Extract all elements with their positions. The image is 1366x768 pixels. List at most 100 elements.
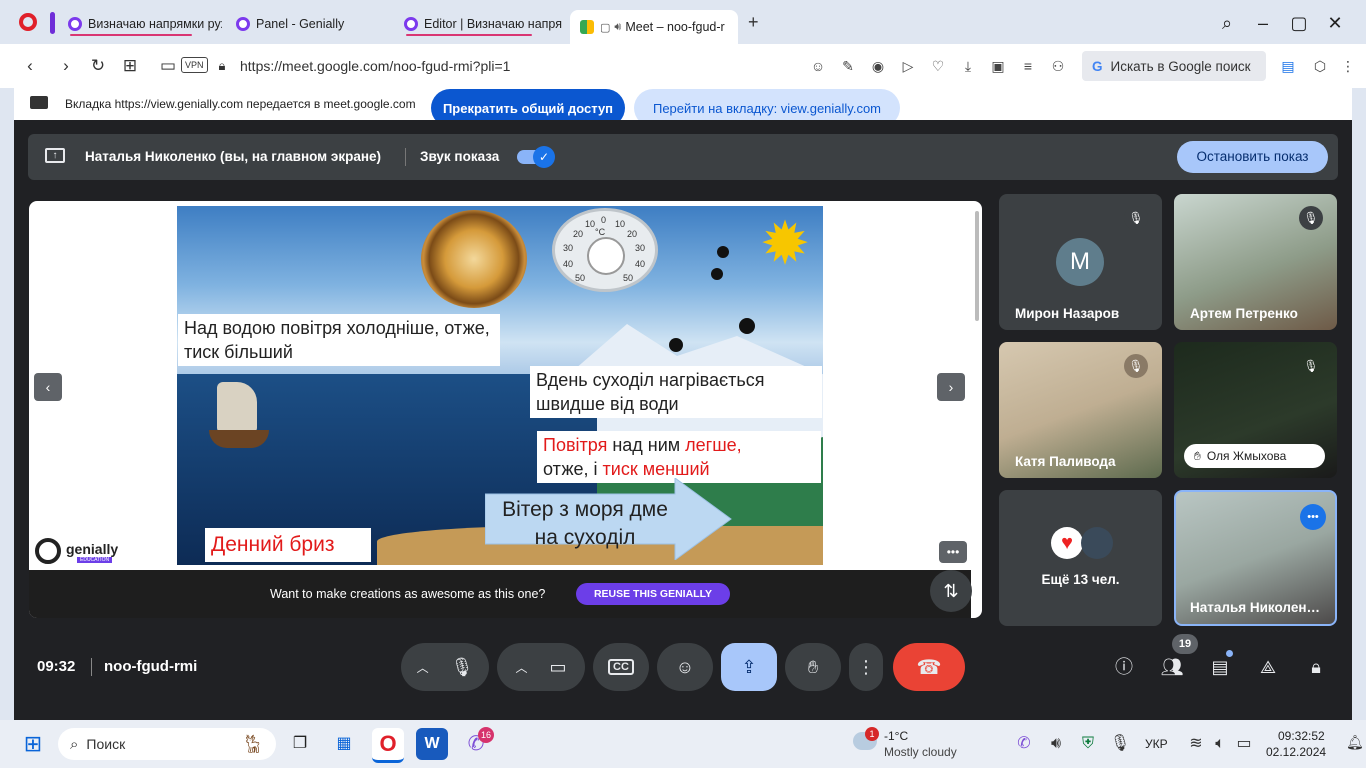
captions-button[interactable]: CC <box>593 643 649 691</box>
participant-tile-self[interactable]: ••• Наталья Николен… <box>1174 490 1337 626</box>
clock-time[interactable]: 09:32:52 <box>1278 729 1325 743</box>
task-view-icon[interactable]: ❐ <box>284 728 316 760</box>
windows-start-icon[interactable]: ⊞ <box>17 728 49 760</box>
more-vert-icon: ⋮ <box>857 656 875 677</box>
language-indicator[interactable]: УКР <box>1145 737 1168 751</box>
easy-setup-icon[interactable]: ≡ <box>1018 56 1038 76</box>
divider <box>91 658 92 676</box>
store-icon[interactable]: ▦ <box>328 728 360 760</box>
battery-icon[interactable]: ▭ <box>1228 728 1260 760</box>
more-icon[interactable]: ⋮ <box>1338 56 1358 76</box>
participant-tile[interactable]: 🎙︎ Катя Паливода <box>999 342 1162 478</box>
slide-more-button[interactable]: ••• <box>939 541 967 563</box>
hang-up-icon: ☎︎ <box>916 656 942 679</box>
tab-meet[interactable]: ▢ 🔊︎ Meet – noo-fgud-r <box>570 10 738 44</box>
url-field[interactable]: https://meet.google.com/noo-fgud-rmi?pli… <box>240 58 510 74</box>
edit-icon[interactable]: ✎ <box>838 56 858 76</box>
avatar <box>1081 527 1113 559</box>
microphone-icon[interactable]: 🎙︎ <box>1104 728 1136 760</box>
profile-icon[interactable]: ⚇ <box>1048 56 1068 76</box>
present-button[interactable]: ⇪ <box>721 643 777 691</box>
prev-slide-button[interactable]: ‹ <box>34 373 62 401</box>
scrollbar[interactable] <box>975 211 979 321</box>
participant-tile[interactable]: 🎙︎ Артем Петренко <box>1174 194 1337 330</box>
host-controls-icon[interactable]: 🔒︎ <box>1303 654 1329 680</box>
minimize-icon[interactable]: – <box>1252 12 1274 34</box>
viber-tray-icon[interactable]: ✆ <box>1008 728 1040 760</box>
tab-genially-1[interactable]: Визначаю напрямки рух <box>58 10 222 38</box>
chevron-up-icon[interactable]: ︿ <box>417 659 429 676</box>
swap-icon[interactable]: ⇅ <box>930 570 972 612</box>
participant-tile[interactable]: 🎙︎ M Мирон Назаров <box>999 194 1162 330</box>
viber-badge: 16 <box>478 727 494 743</box>
presentation-bar: ↑ Наталья Николенко (вы, на главном экра… <box>28 134 1338 180</box>
search-icon: ⌕ <box>70 735 79 753</box>
stop-show-button[interactable]: Остановить показ <box>1177 141 1328 173</box>
hand-icon: ✋︎ <box>807 656 819 677</box>
vpn-badge[interactable]: VPN <box>181 57 208 73</box>
back-icon[interactable]: ‹ <box>20 56 40 76</box>
chevron-up-icon[interactable]: ︿ <box>515 659 527 676</box>
search-tabs-icon[interactable]: ⌕ <box>1216 12 1238 34</box>
thermometer-unit: °C <box>595 227 606 237</box>
speaker-icon[interactable]: 🔊︎ <box>614 21 621 34</box>
next-slide-button[interactable]: › <box>937 373 965 401</box>
genially-favicon-icon <box>236 17 250 31</box>
wallet-icon[interactable]: ▤ <box>1278 56 1298 76</box>
volume-icon[interactable]: 🔊︎ <box>1040 728 1072 760</box>
more-participants-tile[interactable]: ♥ Ещё 13 чел. <box>999 490 1162 626</box>
extensions-icon[interactable]: ⬡ <box>1310 56 1330 76</box>
notifications-icon[interactable]: 🔔︎ <box>1346 734 1364 751</box>
tile-more-icon[interactable]: ••• <box>1300 504 1326 530</box>
player-icon[interactable]: ▣ <box>988 56 1008 76</box>
reuse-genially-button[interactable]: REUSE THIS GENIALLY <box>576 583 730 605</box>
hand-icon: ✋︎ <box>1194 448 1201 463</box>
snapshot-icon[interactable]: ◉ <box>868 56 888 76</box>
slide-title: Денний бриз <box>205 528 371 562</box>
chat-icon[interactable]: ▤ <box>1207 654 1233 680</box>
mic-icon[interactable]: 🎙︎ <box>451 657 474 678</box>
video-camera-icon[interactable]: ▭ <box>550 657 567 678</box>
raise-hand-button[interactable]: ✋︎ <box>785 643 841 691</box>
show-sound-label: Звук показа <box>420 149 500 164</box>
emoji-button[interactable]: ☺ <box>657 643 713 691</box>
leave-call-button[interactable]: ☎︎ <box>893 643 965 691</box>
word-icon[interactable]: W <box>416 728 448 760</box>
camera-icon[interactable]: ▭ <box>158 56 178 76</box>
tab-genially-editor[interactable]: Editor | Визначаю напрям <box>394 10 562 38</box>
air-particle <box>711 268 723 280</box>
slide-text-land-heats: Вдень суходіл нагрівається швидше від во… <box>530 366 822 418</box>
emoji-icon[interactable]: ☺ <box>808 56 828 76</box>
show-sound-toggle[interactable]: ✓ <box>517 146 555 168</box>
pip-icon[interactable]: ▢ <box>600 21 610 34</box>
weather-temp: -1°C <box>884 729 909 743</box>
download-icon[interactable]: ⤓ <box>958 56 978 76</box>
participant-tile[interactable]: 🎙︎ ✋︎ Оля Жмыхова <box>1174 342 1337 478</box>
close-icon[interactable]: ✕ <box>1324 12 1346 34</box>
opera-taskbar-icon[interactable]: O <box>372 728 404 763</box>
activities-icon[interactable]: ⟁ <box>1255 654 1281 680</box>
clock-date[interactable]: 02.12.2024 <box>1266 745 1326 759</box>
opera-logo-icon[interactable] <box>19 13 37 31</box>
tab-genially-panel[interactable]: Panel - Genially <box>226 10 390 38</box>
forward-icon[interactable]: › <box>56 56 76 76</box>
play-icon[interactable]: ▷ <box>898 56 918 76</box>
google-search-box[interactable]: G Искать в Google поиск <box>1082 51 1266 81</box>
genially-favicon-icon <box>68 17 82 31</box>
people-icon[interactable]: 👥︎ <box>1159 654 1185 680</box>
reload-icon[interactable]: ↻ <box>88 56 108 76</box>
taskbar-search[interactable]: ⌕ Поиск 🦌︎ <box>58 728 276 760</box>
mic-control: ︿ 🎙︎ <box>401 643 489 691</box>
defender-icon[interactable]: ⛨ <box>1072 728 1104 760</box>
more-options-button[interactable]: ⋮ <box>849 643 883 691</box>
info-icon[interactable]: ⓘ <box>1111 654 1137 680</box>
sidebar-toggle-icon[interactable] <box>50 12 55 34</box>
new-tab-button[interactable]: + <box>748 12 759 33</box>
maximize-icon[interactable]: ▢ <box>1288 12 1310 34</box>
meet-window: ↑ Наталья Николенко (вы, на главном экра… <box>14 120 1352 720</box>
heart-icon[interactable]: ♡ <box>928 56 948 76</box>
genially-favicon-icon <box>404 17 418 31</box>
speed-dial-icon[interactable]: ⊞ <box>120 56 140 76</box>
air-particle <box>739 318 755 334</box>
meeting-code: noo-fgud-rmi <box>104 658 198 675</box>
